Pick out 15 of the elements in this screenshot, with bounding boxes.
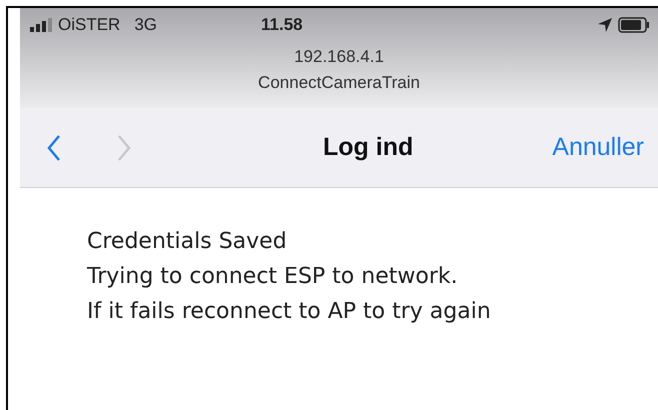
signal-icon	[30, 18, 54, 32]
page-title: Log ind	[323, 132, 414, 163]
chevron-left-icon	[46, 134, 62, 162]
carrier-name: OiSTER	[58, 14, 120, 36]
clock-time: 11.58	[261, 14, 303, 36]
message-line: Trying to connect ESP to network.	[87, 263, 459, 291]
location-arrow-icon	[598, 18, 612, 32]
battery-icon	[618, 17, 650, 33]
host-address: 192.168.4.1	[293, 46, 385, 68]
message-line: If it fails reconnect to AP to try again	[87, 298, 492, 326]
network-type: 3G	[134, 14, 158, 36]
chevron-right-icon	[116, 134, 132, 162]
network-name: ConnectCameraTrain	[257, 72, 421, 94]
message-line: Credentials Saved	[87, 228, 288, 256]
cancel-button[interactable]: Annuller	[552, 128, 644, 166]
